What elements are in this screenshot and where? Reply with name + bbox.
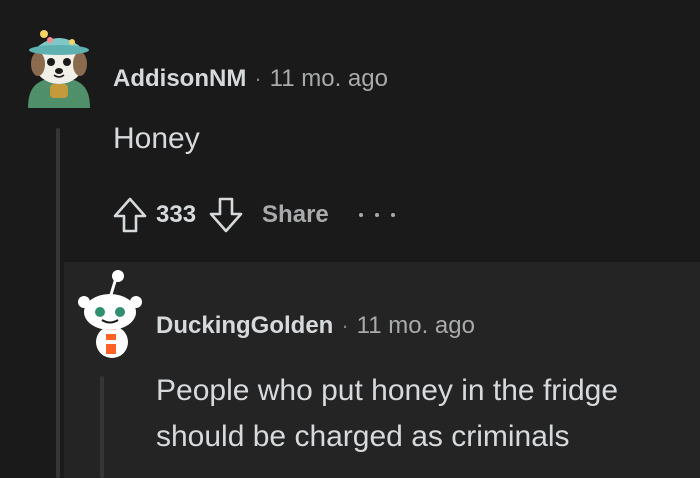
reply-meta-separator: · bbox=[341, 313, 349, 338]
comment-thread: AddisonNM · 11 mo. ago Honey 333 Share D… bbox=[0, 0, 700, 478]
avatar-duckinggolden[interactable] bbox=[76, 268, 144, 358]
more-options-button[interactable] bbox=[358, 200, 395, 230]
reply-thread-line[interactable] bbox=[100, 376, 104, 478]
more-options-icon bbox=[358, 213, 363, 217]
vote-score: 333 bbox=[156, 201, 197, 228]
reply-timestamp[interactable]: 11 mo. ago bbox=[357, 312, 475, 340]
downvote-arrow-icon bbox=[209, 197, 243, 233]
snoo-dog-avatar-icon bbox=[28, 30, 90, 108]
share-button[interactable]: Share bbox=[262, 201, 329, 229]
reply-body: People who put honey in the fridge shoul… bbox=[156, 374, 618, 453]
author-name[interactable]: AddisonNM bbox=[113, 65, 246, 93]
reply-meta: DuckingGolden · 11 mo. ago bbox=[156, 311, 475, 341]
downvote-button[interactable] bbox=[204, 193, 248, 237]
avatar-addison[interactable] bbox=[20, 20, 98, 108]
comment-body: Honey bbox=[113, 122, 200, 155]
thread-line[interactable] bbox=[56, 128, 60, 478]
comment-actions: 333 Share bbox=[108, 194, 395, 236]
comment-timestamp[interactable]: 11 mo. ago bbox=[270, 65, 388, 93]
snoo-default-avatar-icon bbox=[78, 270, 142, 358]
comment-meta: AddisonNM · 11 mo. ago bbox=[113, 64, 388, 94]
meta-separator: · bbox=[254, 66, 262, 91]
upvote-button[interactable] bbox=[108, 193, 152, 237]
upvote-arrow-icon bbox=[113, 197, 147, 233]
reply-author-name[interactable]: DuckingGolden bbox=[156, 312, 333, 340]
